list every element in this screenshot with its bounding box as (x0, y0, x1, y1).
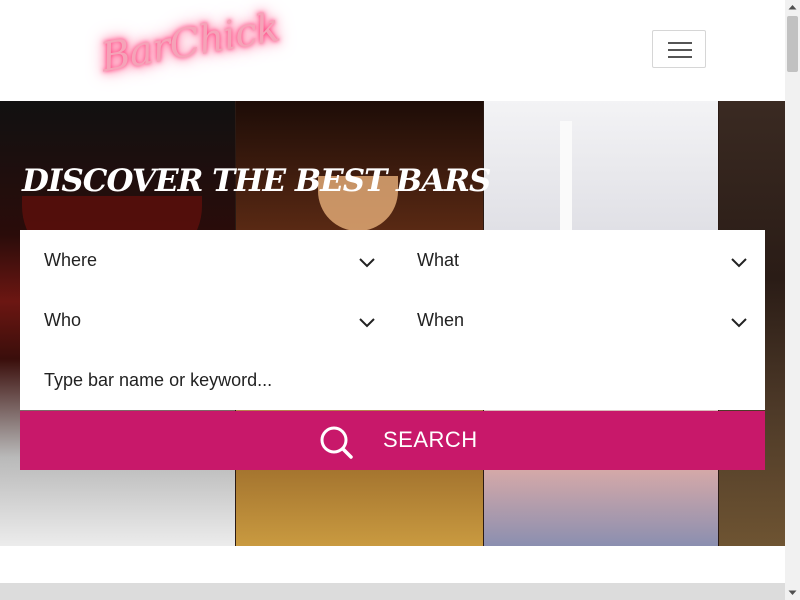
hero-title: DISCOVER THE BEST BARS (22, 163, 491, 199)
chevron-down-icon (359, 318, 375, 328)
chevron-down-icon (731, 258, 747, 268)
search-icon (320, 426, 353, 459)
who-select[interactable]: Who (20, 290, 392, 350)
site-header: BarChick (0, 0, 785, 100)
scrollbar-thumb[interactable] (787, 16, 798, 72)
what-select[interactable]: What (393, 230, 765, 290)
barchick-logo[interactable]: BarChick (96, 5, 282, 86)
logo-text: BarChick (97, 4, 283, 82)
where-select[interactable]: Where (20, 230, 392, 290)
search-button[interactable]: SEARCH (20, 411, 765, 470)
menu-toggle-button[interactable] (652, 30, 706, 68)
when-select[interactable]: When (393, 290, 765, 350)
scroll-down-arrow-icon[interactable] (785, 585, 800, 600)
when-label: When (417, 310, 465, 330)
what-label: What (417, 250, 460, 270)
search-button-label: SEARCH (383, 427, 478, 452)
bar-search-form: Where What Who When (20, 230, 765, 410)
where-label: Where (44, 250, 98, 270)
keyword-input[interactable] (20, 350, 765, 410)
keyword-field (20, 350, 765, 410)
page-scrollbar[interactable] (785, 0, 800, 600)
next-section (0, 583, 785, 600)
who-label: Who (44, 310, 82, 330)
scroll-up-arrow-icon[interactable] (785, 0, 800, 15)
hamburger-icon (668, 42, 692, 44)
hamburger-icon-bar (668, 49, 692, 51)
chevron-down-icon (731, 318, 747, 328)
chevron-down-icon (359, 258, 375, 268)
hamburger-icon-bar (668, 56, 692, 58)
